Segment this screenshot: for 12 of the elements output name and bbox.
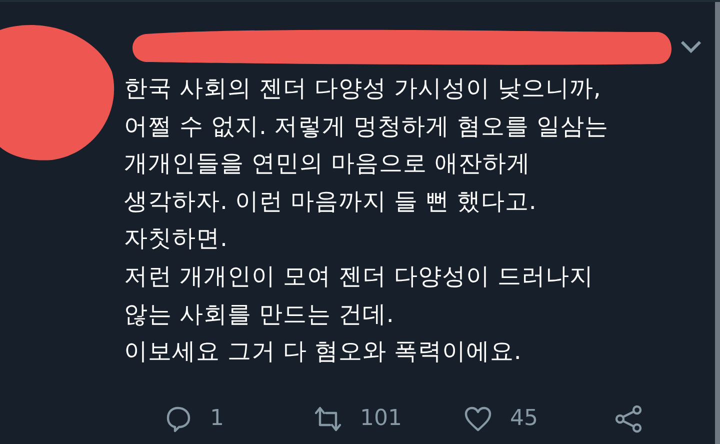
tweet-text: 자칫하면. (124, 223, 228, 254)
count-label: 101 (360, 405, 402, 433)
tweet-text: 생각하자. 이런 마음까지 들 뻔 했다고. (124, 186, 538, 217)
tweet-text: 않는 사회를 만드는 건데. (124, 298, 395, 330)
count-label: 1 (210, 405, 224, 433)
tweet-text: 이보세요 그거 다 혐오와 폭력이에요. (124, 336, 522, 368)
count-label: 45 (510, 405, 538, 433)
tweet-text: 한국 사회의 젠더 다양성 가시성이 낮으니까, (124, 73, 602, 104)
tweet-text: 저런 개개인이 모여 젠더 다양성이 드러나지 (124, 260, 594, 292)
tweet-text: 개개인들을 연민의 마음으로 애잔하게 (124, 148, 532, 180)
tweet-text: 어쩔 수 없지. 저렇게 멍청하게 혐오를 일삼는 (124, 110, 610, 142)
chevron-down-icon[interactable] (680, 40, 702, 54)
